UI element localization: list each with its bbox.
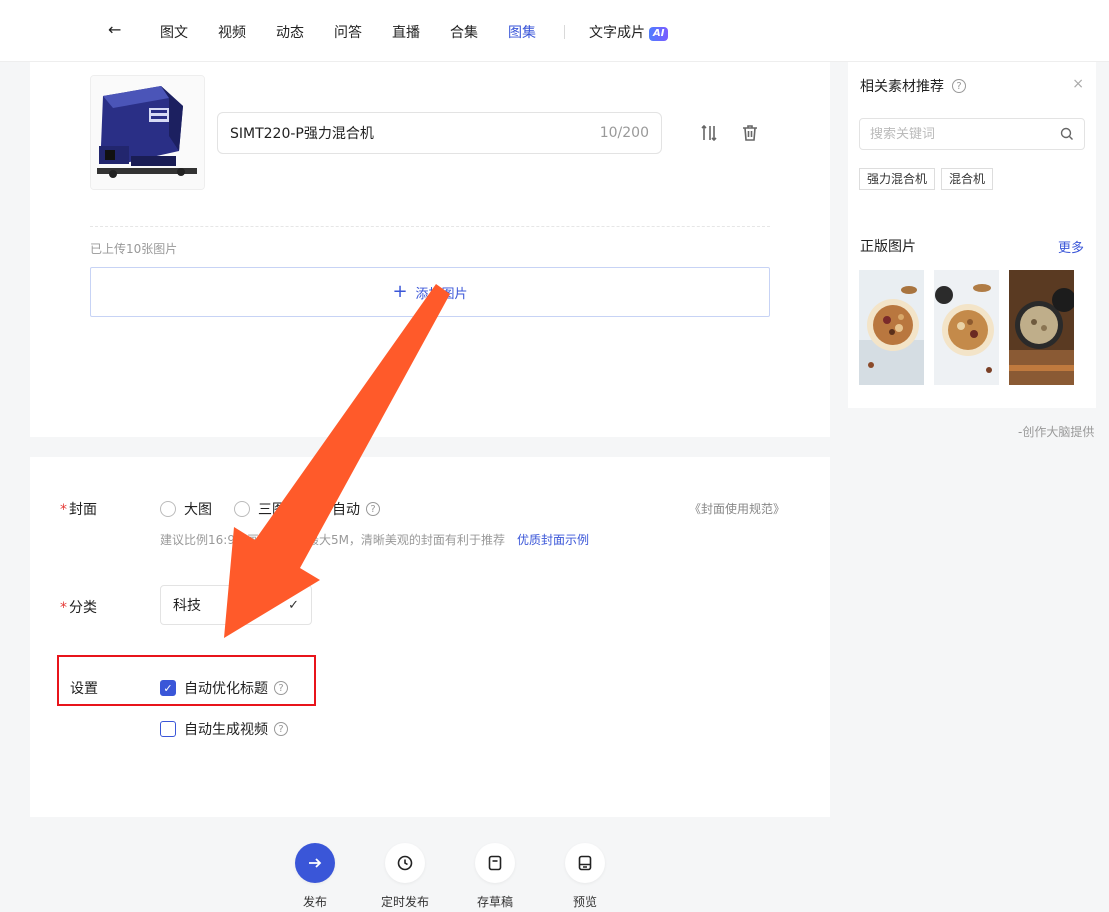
settings-label: 设置 xyxy=(70,681,98,697)
top-nav: ← 图文 视频 动态 问答 直播 合集 图集 文字成片 AI xyxy=(0,0,1109,62)
nuts-bowl-image xyxy=(934,270,999,385)
help-icon[interactable]: ? xyxy=(274,722,288,736)
auto-video-option[interactable]: 自动生成视频 ? xyxy=(160,719,288,739)
auto-video-label: 自动生成视频 xyxy=(184,722,268,738)
image-title-value: SIMT220-P强力混合机 xyxy=(230,126,374,142)
help-icon[interactable]: ? xyxy=(952,79,966,93)
cover-example-link[interactable]: 优质封面示例 xyxy=(517,533,589,547)
mixer-machine-image xyxy=(91,76,204,189)
clock-icon xyxy=(397,855,413,871)
provider-credit: -创作大脑提供 xyxy=(1018,425,1095,439)
grain-bowl-image xyxy=(1009,270,1074,385)
publish-label: 发布 xyxy=(302,895,327,909)
tab-qa[interactable]: 问答 xyxy=(334,22,362,42)
schedule-circle xyxy=(385,843,425,883)
cover-label-text: 封面 xyxy=(69,502,97,518)
title-char-count: 10/200 xyxy=(599,125,649,141)
close-icon[interactable]: × xyxy=(1072,76,1084,92)
phone-preview-icon xyxy=(578,855,592,871)
tab-gallery[interactable]: 图集 xyxy=(508,22,536,42)
content-type-tabs: 图文 视频 动态 问答 直播 合集 图集 文字成片 AI xyxy=(160,22,698,42)
tab-text-to-video-label: 文字成片 xyxy=(589,25,645,41)
plus-icon: + xyxy=(392,281,408,302)
schedule-label: 定时发布 xyxy=(380,895,429,909)
search-icon[interactable] xyxy=(1060,127,1074,141)
add-image-button[interactable]: + 添加图片 xyxy=(90,267,770,317)
trash-icon[interactable] xyxy=(740,123,760,143)
tab-live[interactable]: 直播 xyxy=(392,22,420,42)
cover-label: * 封面 xyxy=(60,499,97,519)
search-box xyxy=(859,118,1085,150)
keyword-tag[interactable]: 混合机 xyxy=(941,168,994,190)
nuts-bowl-image xyxy=(859,270,924,385)
help-icon[interactable]: ? xyxy=(274,681,288,695)
publish-settings-card: * 封面 大图 三图 自动? 《封面使用规范》 建议比例16:9，画面清晰，最大5… xyxy=(30,457,830,817)
action-bar: 发布 定时发布 存草稿 预览 xyxy=(0,843,830,912)
draft-label: 存草稿 xyxy=(476,895,513,909)
arrow-right-icon xyxy=(309,858,322,868)
more-link[interactable]: 更多 xyxy=(1058,237,1084,256)
schedule-button[interactable]: 定时发布 xyxy=(375,843,435,910)
cover-rules-link[interactable]: 《封面使用规范》 xyxy=(689,500,785,517)
tab-divider xyxy=(564,25,565,39)
category-select[interactable]: 科技 ✓ xyxy=(160,585,312,625)
image-title-input[interactable]: SIMT220-P强力混合机 10/200 xyxy=(217,112,662,154)
panel-title-text: 相关素材推荐 xyxy=(860,79,944,95)
cover-option-large-label: 大图 xyxy=(184,502,212,518)
tab-article[interactable]: 图文 xyxy=(160,22,188,42)
cover-hint-text: 建议比例16:9，画面清晰，最大5M，清晰美观的封面有利于推荐 xyxy=(160,533,505,547)
auto-title-checkbox[interactable]: ✓ xyxy=(160,680,176,696)
radio-three[interactable] xyxy=(234,501,250,517)
panel-title: 相关素材推荐 ? xyxy=(860,76,966,96)
publish-circle xyxy=(295,843,335,883)
check-icon: ✓ xyxy=(288,597,299,613)
cover-option-large[interactable]: 大图 xyxy=(160,499,212,519)
radio-large[interactable] xyxy=(160,501,176,517)
required-mark: * xyxy=(60,502,67,518)
stock-image[interactable] xyxy=(1009,270,1074,385)
sort-icon[interactable] xyxy=(700,123,720,143)
preview-button[interactable]: 预览 xyxy=(555,843,615,910)
category-value: 科技 xyxy=(173,598,201,614)
category-label-text: 分类 xyxy=(69,600,97,616)
auto-title-label: 自动优化标题 xyxy=(184,681,268,697)
keyword-tag[interactable]: 强力混合机 xyxy=(859,168,936,190)
preview-circle xyxy=(565,843,605,883)
search-input[interactable] xyxy=(870,126,1060,142)
cover-hint: 建议比例16:9，画面清晰，最大5M，清晰美观的封面有利于推荐 优质封面示例 xyxy=(160,531,589,548)
radio-auto[interactable] xyxy=(308,501,324,517)
tab-video[interactable]: 视频 xyxy=(218,22,246,42)
category-label: * 分类 xyxy=(60,597,97,617)
tab-moment[interactable]: 动态 xyxy=(276,22,304,42)
image-thumbnail[interactable] xyxy=(90,75,205,190)
ai-badge: AI xyxy=(649,27,669,41)
publish-button[interactable]: 发布 xyxy=(285,843,345,910)
preview-label: 预览 xyxy=(572,895,597,909)
draft-icon xyxy=(488,855,502,871)
required-mark: * xyxy=(60,600,67,616)
draft-circle xyxy=(475,843,515,883)
auto-title-option[interactable]: ✓ 自动优化标题 ? xyxy=(160,678,288,698)
licensed-images-title: 正版图片 xyxy=(860,239,916,255)
auto-video-checkbox[interactable] xyxy=(160,721,176,737)
cover-options: 大图 三图 自动? xyxy=(160,499,380,519)
back-arrow-icon[interactable]: ← xyxy=(108,22,124,38)
tab-text-to-video[interactable]: 文字成片 AI xyxy=(589,22,669,42)
help-icon[interactable]: ? xyxy=(366,502,380,516)
stock-image[interactable] xyxy=(934,270,999,385)
material-recommend-panel: 相关素材推荐 ? × 强力混合机 混合机 正版图片 更多 xyxy=(848,62,1096,408)
cover-option-auto[interactable]: 自动? xyxy=(308,499,380,519)
gallery-editor-card: SIMT220-P强力混合机 10/200 已上传10张图片 + 添加图片 xyxy=(30,62,830,437)
licensed-images xyxy=(859,270,1084,385)
tab-collection[interactable]: 合集 xyxy=(450,22,478,42)
cover-option-three-label: 三图 xyxy=(258,502,286,518)
cover-option-auto-label: 自动 xyxy=(332,502,360,518)
add-image-label: 添加图片 xyxy=(415,286,468,302)
stock-image[interactable] xyxy=(859,270,924,385)
draft-button[interactable]: 存草稿 xyxy=(465,843,525,910)
uploaded-count-text: 已上传10张图片 xyxy=(90,242,178,256)
divider xyxy=(90,226,770,227)
cover-option-three[interactable]: 三图 xyxy=(234,499,286,519)
keyword-tags: 强力混合机 混合机 xyxy=(859,168,999,190)
